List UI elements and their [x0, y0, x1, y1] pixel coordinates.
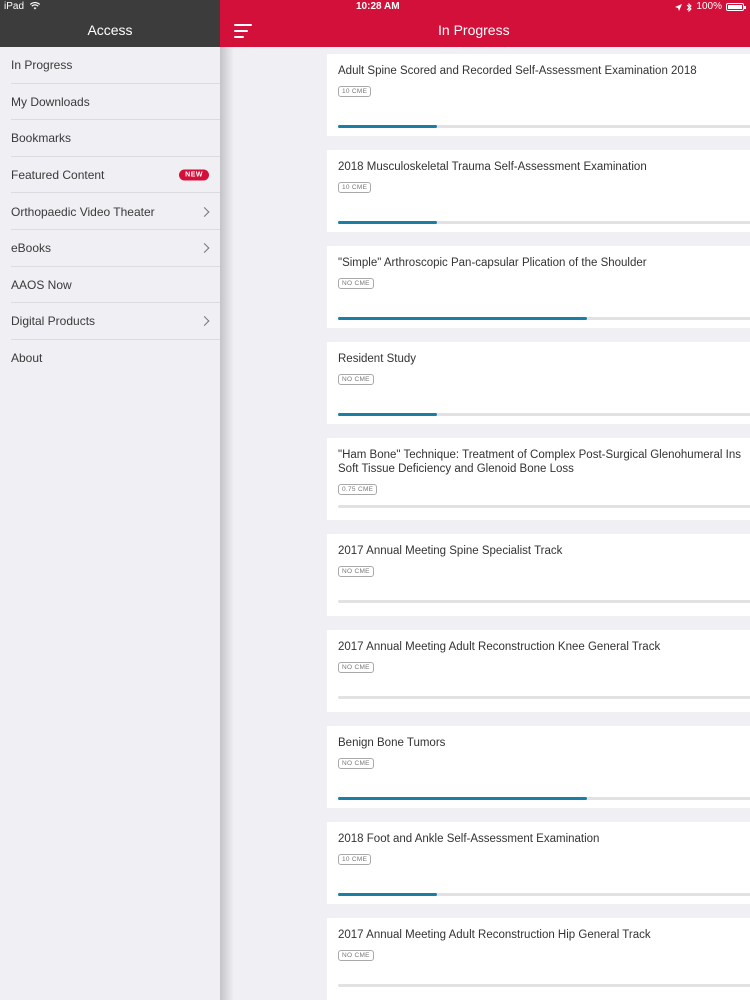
progress-bar	[338, 505, 750, 508]
item-title: Benign Bone Tumors	[338, 737, 446, 749]
item-title: Resident Study	[338, 353, 416, 365]
progress-bar	[338, 125, 750, 128]
chevron-right-icon	[199, 316, 210, 327]
sidebar-item-label: Digital Products	[11, 314, 96, 329]
wifi-icon	[29, 2, 40, 10]
sidebar-item-label: In Progress	[11, 58, 73, 73]
sidebar-item-label: My Downloads	[11, 94, 90, 109]
list-item[interactable]: "Ham Bone" Technique: Treatment of Compl…	[327, 438, 750, 520]
list-item[interactable]: 2017 Annual Meeting Adult Reconstruction…	[327, 630, 750, 712]
item-title: "Ham Bone" Technique: Treatment of Compl…	[338, 448, 746, 476]
progress-bar	[338, 317, 750, 320]
progress-bar	[338, 797, 750, 800]
cme-badge: NO CME	[338, 662, 374, 673]
progress-bar	[338, 221, 750, 224]
sidebar-item-ebooks[interactable]: eBooks	[0, 230, 220, 267]
status-time: 10:28 AM	[356, 1, 400, 12]
progress-bar	[338, 413, 750, 416]
sidebar-item-digital-products[interactable]: Digital Products	[0, 303, 220, 340]
cme-badge: 10 CME	[338, 854, 372, 865]
item-title: 2017 Annual Meeting Adult Reconstruction…	[338, 641, 661, 653]
status-indicators: 100%	[675, 0, 746, 14]
sidebar-list: In Progress My Downloads Bookmarks Featu…	[0, 47, 220, 376]
progress-fill	[338, 221, 437, 224]
cme-badge: NO CME	[338, 758, 374, 769]
in-progress-list: Adult Spine Scored and Recorded Self-Ass…	[220, 47, 750, 1000]
list-item[interactable]: Adult Spine Scored and Recorded Self-Ass…	[327, 54, 750, 136]
progress-fill	[338, 125, 437, 128]
item-title: 2018 Foot and Ankle Self-Assessment Exam…	[338, 833, 600, 845]
sidebar-title: Access	[0, 14, 220, 47]
sidebar-item-bookmarks[interactable]: Bookmarks	[0, 120, 220, 157]
sidebar-item-label: Featured Content	[11, 168, 105, 183]
battery-percent: 100%	[696, 1, 722, 12]
cme-badge: 10 CME	[338, 182, 372, 193]
new-badge: NEW	[179, 169, 209, 181]
sidebar-item-label: eBooks	[11, 241, 52, 256]
sidebar-shadow	[220, 47, 234, 1000]
list-item[interactable]: 2017 Annual Meeting Adult Reconstruction…	[327, 918, 750, 1000]
sidebar: Access In Progress My Downloads Bookmark…	[0, 0, 220, 1000]
battery-icon	[726, 3, 746, 11]
progress-bar	[338, 893, 750, 896]
list-item[interactable]: Benign Bone Tumors NO CME	[327, 726, 750, 808]
sidebar-item-featured-content[interactable]: Featured Content NEW	[0, 157, 220, 194]
list-item[interactable]: 2018 Foot and Ankle Self-Assessment Exam…	[327, 822, 750, 904]
progress-bar	[338, 984, 750, 987]
sidebar-item-in-progress[interactable]: In Progress	[0, 47, 220, 84]
location-icon	[675, 3, 683, 11]
progress-fill	[338, 797, 588, 800]
chevron-right-icon	[199, 206, 210, 217]
progress-bar	[338, 600, 750, 603]
bluetooth-icon	[687, 2, 693, 12]
item-title: 2018 Musculoskeletal Trauma Self-Assessm…	[338, 161, 647, 173]
sidebar-item-label: Bookmarks	[11, 131, 72, 146]
cme-badge: NO CME	[338, 950, 374, 961]
cme-badge: NO CME	[338, 566, 374, 577]
sidebar-item-aaos-now[interactable]: AAOS Now	[0, 267, 220, 304]
sidebar-item-label: Orthopaedic Video Theater	[11, 204, 155, 219]
item-title: Adult Spine Scored and Recorded Self-Ass…	[338, 65, 697, 77]
item-title: "Simple" Arthroscopic Pan-capsular Plica…	[338, 257, 647, 269]
cme-badge: 10 CME	[338, 86, 372, 97]
item-title-line1: "Ham Bone" Technique: Treatment of Compl…	[338, 449, 741, 461]
page-title: In Progress	[438, 22, 510, 38]
status-bar-left: iPad	[0, 0, 220, 14]
item-title-line2: Soft Tissue Deficiency and Glenoid Bone …	[338, 463, 574, 475]
progress-fill	[338, 893, 437, 896]
list-item[interactable]: Resident Study NO CME	[327, 342, 750, 424]
progress-fill	[338, 317, 588, 320]
list-item[interactable]: "Simple" Arthroscopic Pan-capsular Plica…	[327, 246, 750, 328]
progress-bar	[338, 696, 750, 699]
cme-badge: NO CME	[338, 374, 374, 385]
chevron-right-icon	[199, 243, 210, 254]
item-title: 2017 Annual Meeting Spine Specialist Tra…	[338, 545, 563, 557]
main-header: In Progress	[220, 14, 750, 47]
sidebar-item-orthopaedic-video-theater[interactable]: Orthopaedic Video Theater	[0, 193, 220, 230]
item-title: 2017 Annual Meeting Adult Reconstruction…	[338, 929, 651, 941]
progress-fill	[338, 413, 437, 416]
cme-badge: NO CME	[338, 278, 374, 289]
list-item[interactable]: 2017 Annual Meeting Spine Specialist Tra…	[327, 534, 750, 616]
list-item[interactable]: 2018 Musculoskeletal Trauma Self-Assessm…	[327, 150, 750, 232]
sidebar-item-label: AAOS Now	[11, 277, 72, 292]
cme-badge: 0.75 CME	[338, 484, 378, 495]
status-bar-right: 10:28 AM 100%	[220, 0, 750, 14]
sidebar-item-my-downloads[interactable]: My Downloads	[0, 84, 220, 121]
sidebar-item-about[interactable]: About	[0, 340, 220, 377]
device-name: iPad	[4, 1, 25, 12]
sidebar-item-label: About	[11, 351, 43, 366]
